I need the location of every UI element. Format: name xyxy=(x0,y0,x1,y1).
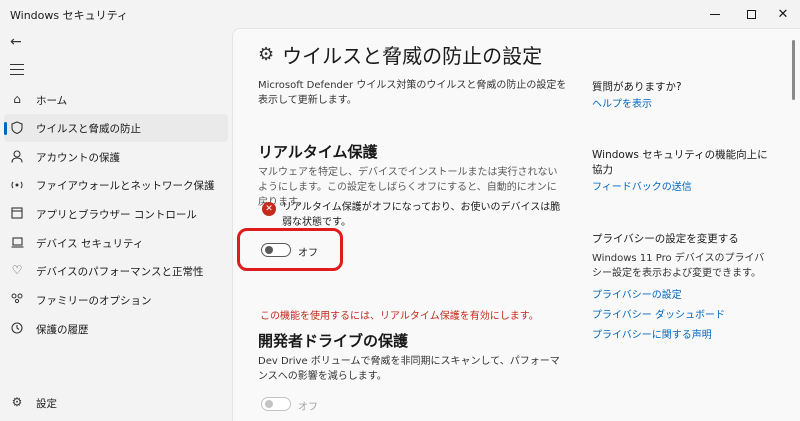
error-icon: ✕ xyxy=(262,202,276,216)
heart-icon: ♡ xyxy=(11,263,23,277)
laptop-icon xyxy=(10,235,24,249)
devdrive-description: Dev Drive ボリュームで脅威を非同期にスキャンして、パフォーマンスへの影… xyxy=(258,356,560,382)
shield-icon xyxy=(10,120,24,134)
sidebar-item-account-protection[interactable]: アカウントの保護 xyxy=(4,143,228,171)
toggle-knob xyxy=(265,400,273,408)
privacy-settings-link[interactable]: プライバシーの設定 xyxy=(592,288,682,303)
privacy-heading: プライバシーの設定を変更する xyxy=(592,233,739,245)
privacy-statement-link[interactable]: プライバシーに関する声明 xyxy=(592,328,712,343)
sidebar-item-family[interactable]: ファミリーのオプション xyxy=(4,286,228,314)
devdrive-section-title: 開発者ドライブの保護 xyxy=(258,332,409,350)
devdrive-toggle-label: オフ xyxy=(298,402,318,413)
page-title: ウイルスと脅威の防止の設定 xyxy=(282,44,543,68)
help-link[interactable]: ヘルプを表示 xyxy=(592,97,652,112)
hamburger-icon xyxy=(10,64,24,65)
wifi-icon xyxy=(10,177,24,191)
sidebar-item-app-browser[interactable]: アプリとブラウザー コントロール xyxy=(4,200,228,228)
question-heading: 質問がありますか? xyxy=(592,81,682,93)
sidebar-item-history[interactable]: 保護の履歴 xyxy=(4,315,228,343)
highlight-annotation xyxy=(237,228,343,271)
sidebar-item-virus-protection[interactable]: ウイルスと脅威の防止 xyxy=(4,114,228,142)
realtime-warning: リアルタイム保護がオフになっており、お使いのデバイスは脆弱な状態です。 xyxy=(282,202,561,228)
sidebar-item-label: 設定 xyxy=(36,398,57,410)
enable-realtime-error: この機能を使用するには、リアルタイム保護を有効にします。 xyxy=(260,311,539,322)
sidebar-item-device-security[interactable]: デバイス セキュリティ xyxy=(4,229,228,257)
settings-gears-icon: ⚙ xyxy=(258,44,275,65)
realtime-section-title: リアルタイム保護 xyxy=(258,143,378,161)
sidebar-item-label: デバイス セキュリティ xyxy=(36,238,144,250)
privacy-dashboard-link[interactable]: プライバシー ダッシュボード xyxy=(592,308,725,323)
sidebar-item-settings[interactable]: ⚙ 設定 xyxy=(4,389,228,417)
feedback-link[interactable]: フィードバックの送信 xyxy=(592,180,692,195)
sidebar-item-label: デバイスのパフォーマンスと正常性 xyxy=(36,266,204,278)
window-title: Windows セキュリティ xyxy=(10,9,128,22)
close-button[interactable]: ✕ xyxy=(760,0,800,28)
sidebar-item-label: アカウントの保護 xyxy=(36,152,120,164)
title-bar: Windows セキュリティ ✕ xyxy=(0,0,800,28)
back-arrow-icon: ← xyxy=(10,34,22,50)
person-icon xyxy=(10,149,24,163)
page-description: Microsoft Defender ウイルス対策のウイルスと脅威の防止の設定を… xyxy=(258,80,567,106)
privacy-description: Windows 11 Pro デバイスのプライバシー設定を表示および変更できます… xyxy=(592,253,765,279)
sidebar-item-home[interactable]: ⌂ ホーム xyxy=(4,86,228,114)
sidebar-item-firewall[interactable]: ファイアウォールとネットワーク保護 xyxy=(4,171,228,199)
sidebar-item-label: 保護の履歴 xyxy=(36,324,89,336)
scrollbar[interactable] xyxy=(792,40,795,100)
page-header: ⚙ ウイルスと脅威の防止の設定 xyxy=(258,40,542,69)
close-icon: ✕ xyxy=(777,6,789,22)
sidebar-item-label: ウイルスと脅威の防止 xyxy=(36,123,141,135)
maximize-icon xyxy=(746,9,756,19)
sidebar-item-label: ファイアウォールとネットワーク保護 xyxy=(36,180,215,192)
home-icon: ⌂ xyxy=(13,92,21,106)
minimize-icon xyxy=(710,13,720,15)
history-icon xyxy=(10,321,24,335)
improve-heading: Windows セキュリティの機能向上に協力 xyxy=(592,149,768,176)
active-indicator xyxy=(4,122,7,135)
sidebar-item-label: ホーム xyxy=(36,95,68,107)
sidebar-item-device-health[interactable]: ♡ デバイスのパフォーマンスと正常性 xyxy=(4,257,228,285)
back-button[interactable]: ← xyxy=(10,34,22,50)
gear-icon: ⚙ xyxy=(11,395,23,409)
family-icon xyxy=(10,292,24,306)
app-window-icon xyxy=(10,206,24,220)
sidebar-item-label: ファミリーのオプション xyxy=(36,295,152,307)
devdrive-toggle[interactable] xyxy=(261,397,291,411)
menu-button[interactable] xyxy=(10,64,24,79)
sidebar-item-label: アプリとブラウザー コントロール xyxy=(36,209,197,221)
